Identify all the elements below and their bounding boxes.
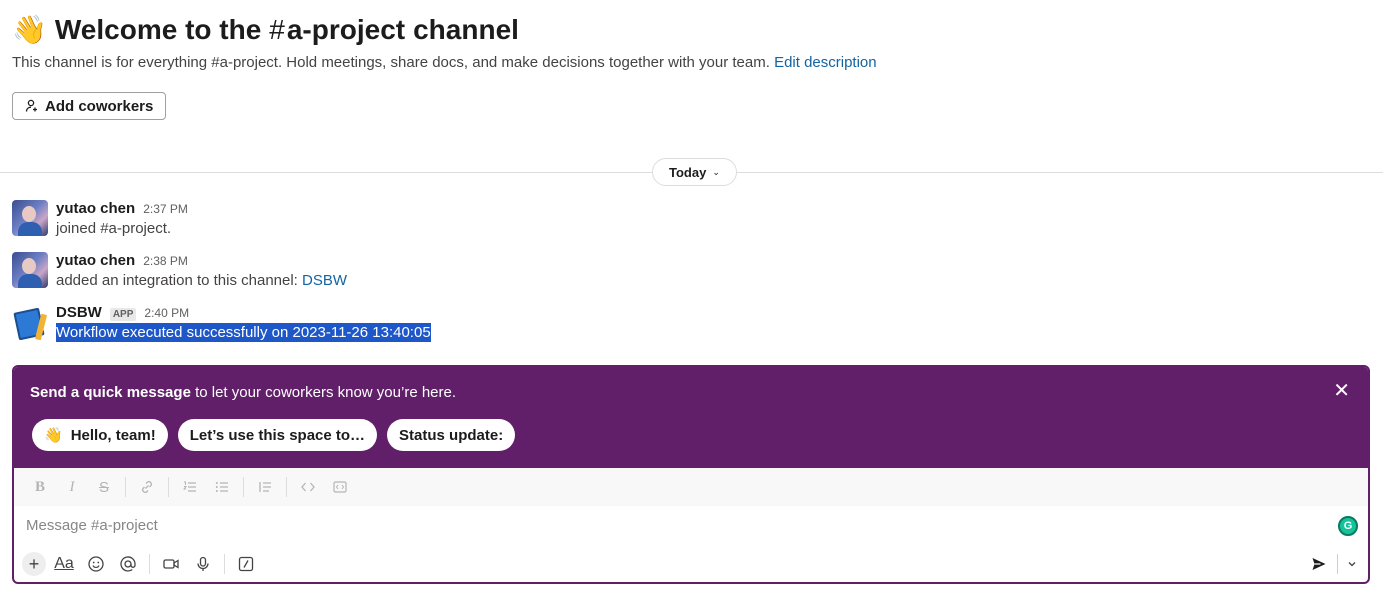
shortcuts-icon[interactable] — [232, 550, 260, 578]
message-text: joined #a-project. — [56, 220, 172, 237]
bold-icon[interactable]: B — [26, 473, 54, 501]
author-name[interactable]: DSBW — [56, 304, 102, 321]
channel-name: a-project — [286, 14, 406, 45]
wave-emoji: 👋 — [44, 427, 63, 444]
chevron-down-icon: ⌄ — [712, 166, 720, 177]
timestamp[interactable]: 2:38 PM — [143, 254, 188, 268]
toolbar-divider — [286, 477, 287, 497]
date-label: Today — [669, 164, 707, 180]
italic-icon[interactable]: I — [58, 473, 86, 501]
title-suffix: channel — [413, 14, 519, 45]
bulleted-list-icon[interactable] — [208, 473, 236, 501]
add-person-icon — [25, 99, 37, 112]
author-name[interactable]: yutao chen — [56, 200, 135, 217]
message-row: yutao chen 2:37 PM joined #a-project. — [12, 200, 188, 240]
code-icon[interactable] — [294, 473, 322, 501]
app-badge: APP — [109, 308, 137, 321]
message-row: DSBW APP 2:40 PM Workflow executed succe… — [12, 304, 431, 344]
emoji-icon[interactable] — [82, 550, 110, 578]
avatar[interactable] — [12, 252, 48, 288]
message-text: Workflow executed successfully on 2023-1… — [56, 323, 431, 342]
message-input-row: G — [14, 506, 1368, 544]
toolbar-divider — [224, 554, 225, 574]
quick-message-banner: Send a quick message to let your coworke… — [14, 367, 1368, 468]
chip-lets-use-space[interactable]: Let’s use this space to… — [177, 419, 378, 451]
message-text-body: added an integration to this channel: — [56, 272, 303, 289]
blockquote-icon[interactable] — [251, 473, 279, 501]
ordered-list-icon[interactable] — [176, 473, 204, 501]
strikethrough-icon[interactable]: S — [90, 473, 118, 501]
timestamp[interactable]: 2:40 PM — [144, 306, 189, 320]
microphone-icon[interactable] — [189, 550, 217, 578]
chip-status-update[interactable]: Status update: — [387, 419, 516, 451]
toolbar-divider — [168, 477, 169, 497]
toolbar-divider — [243, 477, 244, 497]
formatting-toolbar: B I S — [14, 468, 1368, 506]
message-row: yutao chen 2:38 PM added an integration … — [12, 252, 347, 292]
send-divider — [1337, 554, 1338, 574]
description-text: This channel is for everything #a-projec… — [12, 54, 770, 71]
message-composer: Send a quick message to let your coworke… — [12, 365, 1370, 584]
channel-description: This channel is for everything #a-projec… — [12, 52, 1352, 74]
plus-icon[interactable]: + — [22, 552, 46, 576]
quick-reply-chips: 👋 Hello, team! Let’s use this space to… … — [32, 419, 516, 451]
page-title: 👋 Welcome to the #a-project channel — [12, 12, 1352, 48]
app-avatar[interactable] — [12, 304, 48, 340]
toolbar-divider — [125, 477, 126, 497]
chip-label: Hello, team! — [70, 426, 156, 444]
banner-bold-text: Send a quick message — [30, 384, 191, 401]
toolbar-divider — [149, 554, 150, 574]
link-icon[interactable] — [133, 473, 161, 501]
chip-label: Status update: — [399, 426, 504, 444]
chip-label: Let’s use this space to… — [189, 426, 366, 444]
video-icon[interactable] — [157, 550, 185, 578]
banner-rest-text: to let your coworkers know you’re here. — [190, 384, 457, 401]
edit-description-link[interactable]: Edit description — [774, 54, 877, 71]
add-coworkers-label: Add coworkers — [45, 97, 154, 115]
send-controls — [1305, 550, 1362, 578]
add-coworkers-button[interactable]: Add coworkers — [12, 92, 167, 120]
integration-link[interactable]: DSBW — [302, 272, 347, 289]
chip-hello-team[interactable]: 👋 Hello, team! — [32, 419, 168, 451]
date-divider-button[interactable]: Today ⌄ — [652, 158, 737, 186]
composer-actions: + Aa — [14, 544, 1368, 582]
code-block-icon[interactable] — [326, 473, 354, 501]
title-prefix: Welcome to the — [54, 14, 262, 45]
chevron-down-icon[interactable] — [1342, 550, 1362, 578]
grammarly-icon[interactable]: G — [1338, 516, 1358, 536]
banner-text: Send a quick message to let your coworke… — [30, 383, 456, 403]
channel-welcome: 👋 Welcome to the #a-project channel This… — [12, 12, 1352, 74]
close-icon[interactable]: ✕ — [1333, 381, 1350, 401]
message-input[interactable] — [26, 514, 1326, 536]
avatar[interactable] — [12, 200, 48, 236]
hash-icon: # — [269, 14, 285, 45]
author-name[interactable]: yutao chen — [56, 252, 135, 269]
timestamp[interactable]: 2:37 PM — [143, 202, 188, 216]
mention-icon[interactable] — [114, 550, 142, 578]
message-text: added an integration to this channel: DS… — [56, 270, 347, 292]
wave-emoji: 👋 — [12, 14, 47, 45]
send-icon[interactable] — [1305, 550, 1333, 578]
formatting-toggle-icon[interactable]: Aa — [50, 550, 78, 578]
